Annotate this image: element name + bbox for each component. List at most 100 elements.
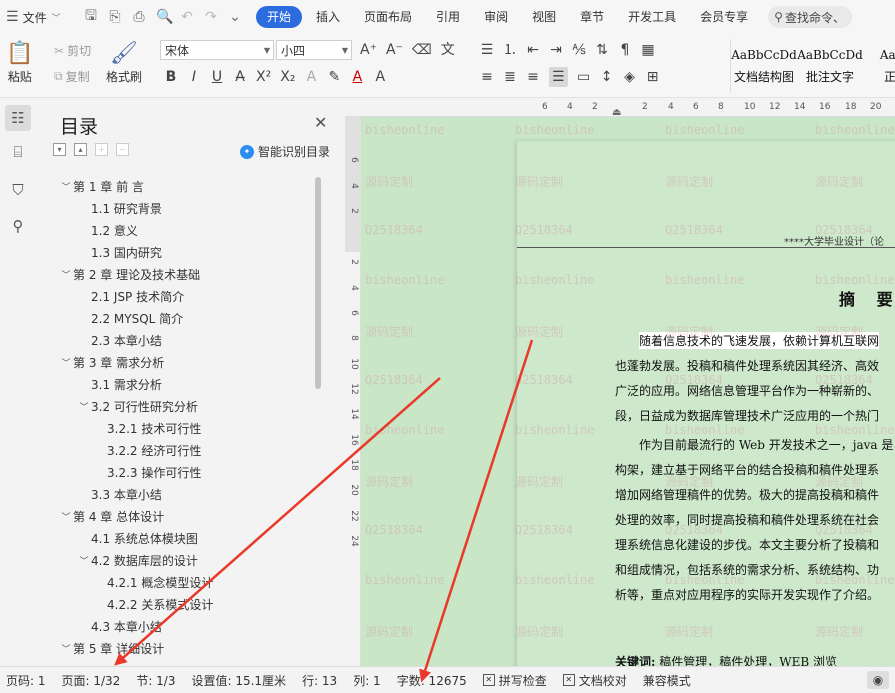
cut-button[interactable]: ✂ 剪切 (54, 42, 91, 59)
expand-all-icon[interactable]: ▴ (74, 143, 87, 156)
vertical-ruler[interactable]: 6 4 2 2 4 6 8 10 12 14 16 18 20 22 24 (345, 117, 361, 666)
indent-marker-icon[interactable]: ⏏ (612, 107, 621, 118)
tab-6[interactable]: 章节 (570, 6, 614, 28)
redo-icon[interactable]: ↷ (204, 9, 218, 25)
file-menu[interactable]: ☰ 文件 ﹀ (0, 9, 80, 26)
align-left-icon[interactable]: ≡ (480, 67, 494, 87)
toc-item[interactable]: 1.1 研究背景 (37, 197, 317, 219)
tab-7[interactable]: 开发工具 (618, 6, 686, 28)
increase-indent-icon[interactable]: ⇥ (549, 40, 563, 60)
tab-4[interactable]: 审阅 (474, 6, 518, 28)
toc-item[interactable]: 4.2.1 概念模型设计 (37, 571, 317, 593)
superscript-icon[interactable]: X² (256, 67, 271, 87)
tab-5[interactable]: 视图 (522, 6, 566, 28)
font-name-select[interactable]: 宋体 ▼ (160, 40, 274, 60)
toc-item[interactable]: 4.1 系统总体模块图 (37, 527, 317, 549)
format-painter-button[interactable]: 🖌 格式刷 (106, 40, 142, 85)
toc-item[interactable]: 4.2.2 关系模式设计 (37, 593, 317, 615)
toc-item[interactable]: ﹀ 第 2 章 理论及技术基础 (37, 263, 317, 285)
toc-item[interactable]: ﹀ 第 5 章 详细设计 (37, 637, 317, 659)
toc-item[interactable]: ﹀ 3.2 可行性研究分析 (37, 395, 317, 417)
toc-item[interactable]: 3.1 需求分析 (37, 373, 317, 395)
document-page[interactable]: ****大学毕业设计（论摘 要随着信息技术的飞速发展，依赖计算机互联网 也蓬勃发展… (517, 141, 895, 666)
decrease-indent-icon[interactable]: ⇤ (526, 40, 540, 60)
toc-item[interactable]: 3.2.2 经济可行性 (37, 439, 317, 461)
toc-item[interactable]: 3.2.3 操作可行性 (37, 461, 317, 483)
pinyin-icon[interactable]: 文 (441, 40, 455, 60)
toc-item[interactable]: 3.2.1 技术可行性 (37, 417, 317, 439)
command-search[interactable]: ⚲ 查找命令、 (768, 6, 853, 28)
sort-icon[interactable]: ⇅ (595, 40, 609, 60)
toc-panel-icon[interactable]: ☷ (5, 105, 31, 131)
style-card-1[interactable]: AaBbCcDd 批注文字 (797, 39, 863, 93)
toc-item[interactable]: 4.3 本章小结 (37, 615, 317, 637)
italic-icon[interactable]: I (187, 67, 201, 87)
tab-3[interactable]: 引用 (426, 6, 470, 28)
print-preview-icon[interactable]: 🔍 (156, 9, 173, 25)
tab-8[interactable]: 会员专享 (690, 6, 758, 28)
align-right-icon[interactable]: ≡ (526, 67, 540, 87)
shading-icon[interactable]: ◈ (623, 67, 637, 87)
toc-item[interactable]: 2.1 JSP 技术简介 (37, 285, 317, 307)
toc-item[interactable]: 3.3 本章小结 (37, 483, 317, 505)
line-spacing-icon[interactable]: ↕ (600, 67, 614, 87)
shrink-font-icon[interactable]: A⁻ (386, 40, 403, 60)
chapter-nav-icon[interactable]: ⌸ (5, 139, 31, 165)
status-page[interactable]: 页面: 1/32 (62, 672, 121, 689)
text-effect-icon[interactable]: A (304, 67, 318, 87)
font-color-icon[interactable]: A (350, 67, 364, 87)
toc-item[interactable]: 2.2 MYSQL 简介 (37, 307, 317, 329)
doc-check-button[interactable]: ✕ 文档校对 (562, 672, 627, 689)
chevron-down-icon[interactable]: ﹀ (59, 180, 73, 193)
chevron-down-icon[interactable]: ﹀ (59, 642, 73, 655)
style-card-0[interactable]: AaBbCcDd 文档结构图 (731, 39, 797, 93)
close-icon[interactable]: ✕ (314, 113, 327, 132)
toc-item[interactable]: ﹀ 第 3 章 需求分析 (37, 351, 317, 373)
borders-icon[interactable]: ▦ (641, 40, 655, 60)
toc-scrollbar[interactable] (315, 177, 321, 389)
toc-item[interactable]: 2.3 本章小结 (37, 329, 317, 351)
align-center-icon[interactable]: ≣ (503, 67, 517, 87)
bullets-icon[interactable]: ☰ (480, 40, 494, 60)
search-icon[interactable]: ⚲ (5, 213, 31, 239)
add-heading-icon[interactable]: + (95, 143, 108, 156)
style-card-2[interactable]: AaBb 正文 (863, 39, 895, 93)
clear-format-icon[interactable]: ⌫ (412, 40, 432, 60)
horizontal-ruler[interactable]: ⏏ 6 4 2 2 4 6 8 10 12 14 16 18 20 (345, 99, 895, 118)
toc-item[interactable]: 1.2 意义 (37, 219, 317, 241)
show-marks-icon[interactable]: ¶ (618, 40, 632, 60)
underline-icon[interactable]: U (210, 67, 224, 87)
collapse-all-icon[interactable]: ▾ (53, 143, 66, 156)
eye-protection-icon[interactable]: ◉ (867, 671, 889, 689)
tab-0[interactable]: 开始 (256, 6, 303, 28)
chinese-layout-icon[interactable]: ⅍ (572, 40, 586, 60)
chevron-down-icon[interactable]: ﹀ (77, 554, 91, 567)
quick-access-more-icon[interactable]: ⌄ (228, 9, 242, 25)
toc-item[interactable]: ﹀ 4.2 数据库层的设计 (37, 549, 317, 571)
chevron-down-icon[interactable]: ﹀ (59, 356, 73, 369)
cell-borders-icon[interactable]: ⊞ (646, 67, 660, 87)
remove-heading-icon[interactable]: − (116, 143, 129, 156)
tab-2[interactable]: 页面布局 (354, 6, 422, 28)
highlight-icon[interactable]: ✎ (327, 67, 341, 87)
char-shading-icon[interactable]: Ａ (373, 67, 387, 87)
smart-toc-button[interactable]: ✦ 智能识别目录 (240, 143, 330, 160)
strikethrough-icon[interactable]: A̶ (233, 67, 247, 87)
bold-icon[interactable]: B (164, 67, 178, 87)
spell-check-button[interactable]: ✕ 拼写检查 (482, 672, 547, 689)
export-icon[interactable]: ⎘ (108, 9, 122, 25)
document-area[interactable]: ****大学毕业设计（论摘 要随着信息技术的飞速发展，依赖计算机互联网 也蓬勃发展… (345, 99, 895, 666)
toc-item[interactable]: 1.3 国内研究 (37, 241, 317, 263)
chevron-down-icon[interactable]: ﹀ (77, 400, 91, 413)
print-icon[interactable]: ⎙ (132, 9, 146, 25)
status-word-count[interactable]: 字数: 12675 (397, 672, 467, 689)
bookmark-icon[interactable]: ⛉ (5, 177, 31, 203)
copy-button[interactable]: ⧉ 复制 (54, 68, 90, 85)
undo-icon[interactable]: ↶ (180, 9, 194, 25)
toc-item[interactable]: ﹀ 第 4 章 总体设计 (37, 505, 317, 527)
numbering-icon[interactable]: ⒈ (503, 40, 517, 60)
save-icon[interactable]: 🖫 (84, 5, 98, 29)
justify-icon[interactable]: ☰ (549, 67, 568, 87)
paste-button[interactable]: 📋 粘贴 (6, 40, 33, 85)
distribute-icon[interactable]: ▭ (577, 67, 591, 87)
